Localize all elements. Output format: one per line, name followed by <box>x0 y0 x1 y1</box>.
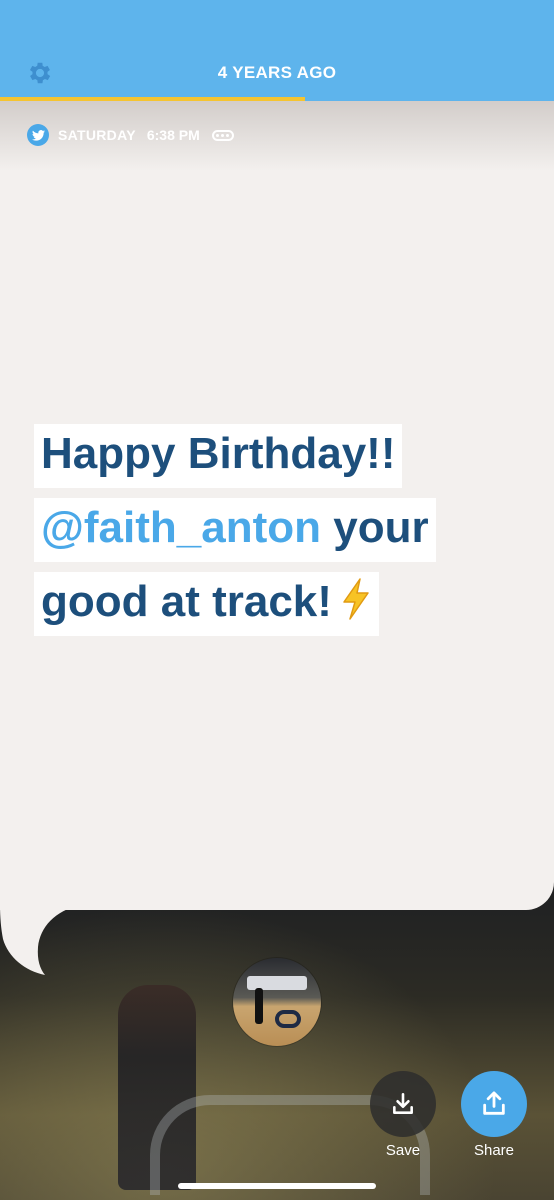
share-action: Share <box>460 1071 528 1159</box>
header-bar: 4 YEARS AGO <box>0 0 554 101</box>
ellipsis-icon[interactable] <box>211 129 234 141</box>
download-icon <box>393 1092 413 1114</box>
avatar[interactable] <box>233 958 321 1046</box>
save-button[interactable] <box>370 1071 436 1137</box>
save-action: Save <box>369 1071 437 1159</box>
page-title: 4 YEARS AGO <box>217 63 337 82</box>
tweet-line-2: @faith_anton your <box>34 498 436 562</box>
tweet-line-1: Happy Birthday!! <box>34 424 403 488</box>
post-time: 6:38 PM <box>146 127 200 143</box>
upload-icon <box>483 1091 505 1115</box>
speech-bubble-tail <box>0 905 80 975</box>
save-label: Save <box>385 1142 421 1159</box>
mention-link[interactable]: @faith_anton <box>41 503 321 552</box>
share-label: Share <box>473 1142 515 1159</box>
tweet-text: Happy Birthday!! @faith_anton your good … <box>34 424 436 646</box>
story-progress-bar <box>0 97 554 101</box>
share-button[interactable] <box>461 1071 527 1137</box>
twitter-icon <box>27 124 49 146</box>
lightning-bolt-icon <box>343 578 369 620</box>
tweet-line-3: good at track! <box>34 572 379 636</box>
home-indicator[interactable] <box>178 1183 376 1189</box>
story-progress-fill <box>0 97 305 101</box>
post-meta: SATURDAY 6:38 PM <box>27 124 234 146</box>
post-day: SATURDAY <box>58 127 136 143</box>
